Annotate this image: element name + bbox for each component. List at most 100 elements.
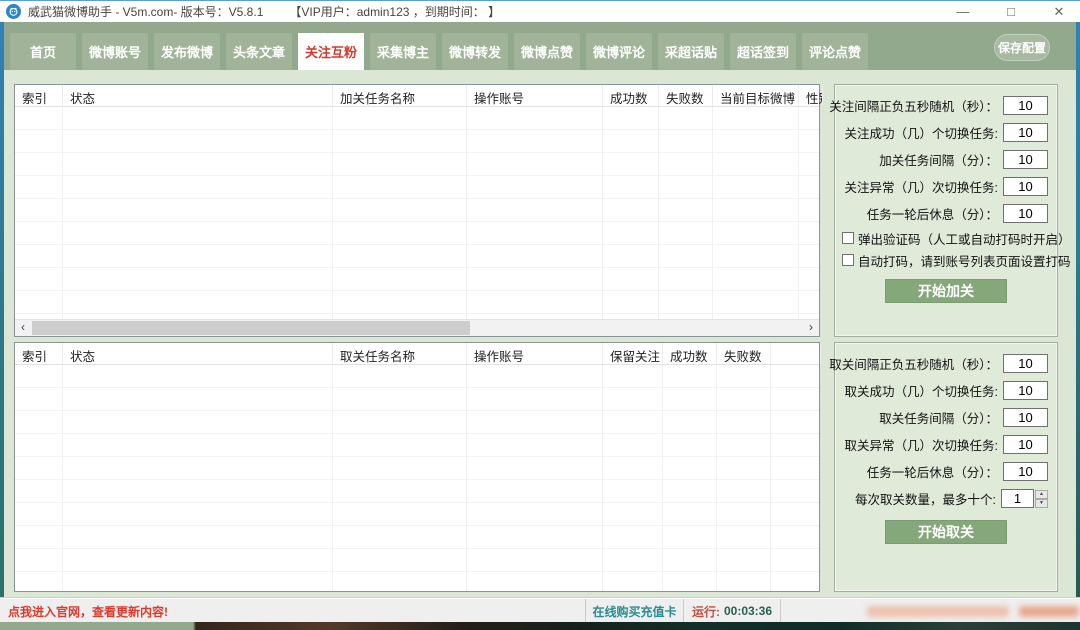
start-unfollow-button[interactable]: 开始取关 bbox=[885, 520, 1007, 544]
close-icon[interactable]: ✕ bbox=[1046, 2, 1072, 22]
unfollow-table-body[interactable] bbox=[15, 365, 819, 591]
follow-interval-input[interactable] bbox=[1003, 96, 1048, 115]
start-follow-button[interactable]: 开始加关 bbox=[885, 279, 1007, 303]
popup-captcha-label: 弹出验证码（人工或自动打码时开启） bbox=[858, 229, 1071, 248]
follow-column-divider bbox=[798, 107, 799, 319]
tab-weibo-comment[interactable]: 微博评论 bbox=[586, 33, 652, 70]
follow-task-interval-row: 加关任务间隔（分）： bbox=[835, 146, 1057, 173]
tab-headline-articles[interactable]: 头条文章 bbox=[226, 33, 292, 70]
tab-collect-bloggers[interactable]: 采集博主 bbox=[370, 33, 436, 70]
follow-table-hscrollbar[interactable]: ‹ › bbox=[15, 319, 819, 336]
status-buy-section: 在线购买充值卡 bbox=[585, 599, 683, 623]
auto-captcha-checkbox[interactable] bbox=[842, 254, 854, 266]
unfollow-success-switch-row: 取关成功（几）个切换任务: bbox=[835, 377, 1057, 404]
unfollow-error-switch-input[interactable] bbox=[1003, 435, 1048, 454]
unfollow-interval-label: 取关间隔正负五秒随机（秒）： bbox=[829, 354, 998, 373]
follow-column-header-0[interactable]: 索引 bbox=[15, 85, 63, 106]
tab-collect-supertopic-posts[interactable]: 采超话贴 bbox=[658, 33, 724, 70]
follow-success-switch-input[interactable] bbox=[1003, 123, 1048, 142]
tab-bar-tabs: 首页微博账号发布微博头条文章关注互粉采集博主微博转发微博点赞微博评论采超话贴超话… bbox=[10, 33, 868, 70]
spin-down-icon[interactable]: ▼ bbox=[1035, 499, 1048, 508]
unfollow-success-switch-label: 取关成功（几）个切换任务: bbox=[845, 381, 998, 400]
unfollow-interval-input[interactable] bbox=[1003, 354, 1048, 373]
unfollow-task-interval-input[interactable] bbox=[1003, 408, 1048, 427]
scrollbar-thumb[interactable] bbox=[32, 321, 470, 335]
window-title: 威武猫微博助手 - V5m.com- 版本号：V5.8.1 bbox=[28, 3, 263, 20]
tab-supertopic-checkin[interactable]: 超话签到 bbox=[730, 33, 796, 70]
tab-home[interactable]: 首页 bbox=[10, 33, 76, 70]
title-bar: 威武猫微博助手 - V5m.com- 版本号：V5.8.1 【VIP用户：adm… bbox=[0, 0, 1080, 22]
follow-error-switch-row: 关注异常（几）次切换任务: bbox=[835, 173, 1057, 200]
follow-column-divider bbox=[658, 107, 659, 319]
status-runtime-section: 运行: 00:03:36 bbox=[683, 599, 780, 623]
follow-column-header-6[interactable]: 当前目标微博 bbox=[713, 85, 799, 106]
unfollow-success-switch-input[interactable] bbox=[1003, 381, 1048, 400]
window-border-right bbox=[1076, 22, 1080, 622]
unfollow-column-header-5[interactable]: 成功数 bbox=[663, 343, 717, 364]
status-redacted-section bbox=[780, 599, 1080, 623]
unfollow-task-interval-row: 取关任务间隔（分）： bbox=[835, 404, 1057, 431]
unfollow-batch-spinner: ▲ ▼ bbox=[1035, 490, 1048, 508]
follow-interval-row: 关注间隔正负五秒随机（秒）： bbox=[835, 92, 1057, 119]
unfollow-batch-input[interactable] bbox=[1001, 489, 1034, 508]
unfollow-round-rest-input[interactable] bbox=[1003, 462, 1048, 481]
unfollow-column-header-2[interactable]: 取关任务名称 bbox=[333, 343, 467, 364]
minimize-icon[interactable]: — bbox=[950, 2, 976, 22]
unfollow-column-divider bbox=[770, 365, 771, 591]
unfollow-task-interval-label: 取关任务间隔（分）： bbox=[879, 408, 998, 427]
follow-task-interval-label: 加关任务间隔（分）： bbox=[879, 150, 998, 169]
follow-column-header-3[interactable]: 操作账号 bbox=[467, 85, 603, 106]
tab-bar: 首页微博账号发布微博头条文章关注互粉采集博主微博转发微博点赞微博评论采超话贴超话… bbox=[0, 22, 1080, 70]
follow-column-divider bbox=[332, 107, 333, 319]
tab-follow-mutual[interactable]: 关注互粉 bbox=[298, 33, 364, 70]
follow-settings-panel: 关注间隔正负五秒随机（秒）：关注成功（几）个切换任务:加关任务间隔（分）：关注异… bbox=[834, 84, 1058, 337]
unfollow-column-divider bbox=[602, 365, 603, 591]
unfollow-column-header-3[interactable]: 操作账号 bbox=[467, 343, 603, 364]
follow-interval-label: 关注间隔正负五秒随机（秒）： bbox=[829, 96, 998, 115]
unfollow-table-header: 索引状态取关任务名称操作账号保留关注成功数失败数 bbox=[15, 343, 819, 365]
official-site-link[interactable]: 点我进入官网，查看更新内容! bbox=[8, 603, 168, 620]
run-time-value: 00:03:36 bbox=[724, 604, 772, 618]
tab-weibo-accounts[interactable]: 微博账号 bbox=[82, 33, 148, 70]
follow-round-rest-input[interactable] bbox=[1003, 204, 1048, 223]
follow-settings-checkboxes: 弹出验证码（人工或自动打码时开启）自动打码，请到账号列表页面设置打码 bbox=[835, 227, 1057, 271]
unfollow-error-switch-label: 取关异常（几）次切换任务: bbox=[845, 435, 998, 454]
spin-up-icon[interactable]: ▲ bbox=[1035, 490, 1048, 499]
follow-column-header-5[interactable]: 失败数 bbox=[659, 85, 713, 106]
popup-captcha-checkbox[interactable] bbox=[842, 232, 854, 244]
scroll-right-icon[interactable]: › bbox=[803, 320, 819, 336]
follow-error-switch-input[interactable] bbox=[1003, 177, 1048, 196]
follow-column-header-7[interactable]: 性别 bbox=[799, 85, 823, 106]
maximize-icon[interactable]: □ bbox=[998, 2, 1024, 22]
unfollow-column-divider bbox=[62, 365, 63, 591]
tab-publish-weibo[interactable]: 发布微博 bbox=[154, 33, 220, 70]
save-config-button[interactable]: 保存配置 bbox=[994, 34, 1050, 61]
unfollow-round-rest-label: 任务一轮后休息（分）： bbox=[867, 462, 998, 481]
scroll-left-icon[interactable]: ‹ bbox=[15, 320, 31, 336]
unfollow-column-header-7[interactable] bbox=[771, 343, 821, 364]
unfollow-column-header-4[interactable]: 保留关注 bbox=[603, 343, 663, 364]
unfollow-column-header-6[interactable]: 失败数 bbox=[717, 343, 771, 364]
unfollow-column-header-0[interactable]: 索引 bbox=[15, 343, 63, 364]
follow-table-body[interactable] bbox=[15, 107, 819, 319]
window-controls: — □ ✕ bbox=[950, 1, 1072, 23]
tab-comment-like[interactable]: 评论点赞 bbox=[802, 33, 868, 70]
unfollow-interval-row: 取关间隔正负五秒随机（秒）： bbox=[835, 350, 1057, 377]
redacted-text-blob bbox=[867, 606, 1009, 617]
follow-column-divider bbox=[62, 107, 63, 319]
unfollow-column-divider bbox=[332, 365, 333, 591]
follow-column-header-4[interactable]: 成功数 bbox=[603, 85, 659, 106]
follow-column-divider bbox=[466, 107, 467, 319]
follow-column-header-2[interactable]: 加关任务名称 bbox=[333, 85, 467, 106]
unfollow-column-header-1[interactable]: 状态 bbox=[63, 343, 333, 364]
follow-column-divider bbox=[712, 107, 713, 319]
follow-task-interval-input[interactable] bbox=[1003, 150, 1048, 169]
tab-weibo-like[interactable]: 微博点赞 bbox=[514, 33, 580, 70]
tab-weibo-repost[interactable]: 微博转发 bbox=[442, 33, 508, 70]
follow-column-header-1[interactable]: 状态 bbox=[63, 85, 333, 106]
unfollow-error-switch-row: 取关异常（几）次切换任务: bbox=[835, 431, 1057, 458]
follow-round-rest-label: 任务一轮后休息（分）： bbox=[867, 204, 998, 223]
window-border-left bbox=[0, 22, 4, 622]
buy-card-link[interactable]: 在线购买充值卡 bbox=[592, 603, 676, 620]
unfollow-settings-panel: 取关间隔正负五秒随机（秒）： 取关成功（几）个切换任务: 取关任务间隔（分）： 取关异… bbox=[834, 342, 1058, 592]
